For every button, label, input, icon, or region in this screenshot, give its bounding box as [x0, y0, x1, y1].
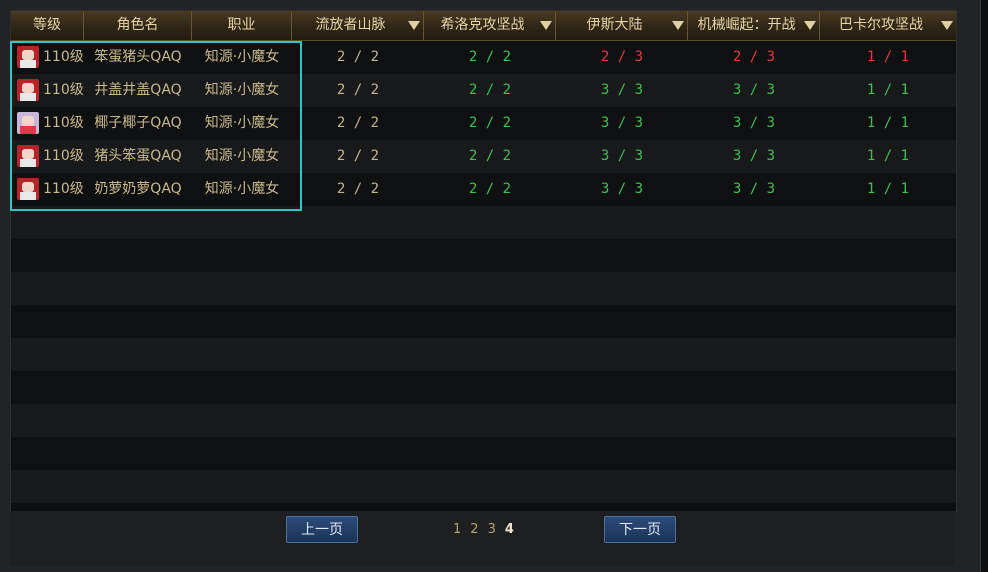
empty-table-row	[11, 305, 956, 338]
page-link[interactable]: 3	[488, 522, 496, 537]
exile-mountains-cell: 2 / 2	[336, 82, 380, 98]
page-link[interactable]: 2	[470, 522, 478, 537]
dropdown-arrow-icon[interactable]	[540, 21, 552, 30]
empty-table-row	[11, 371, 956, 404]
hiroc-raid-cell: 2 / 2	[468, 148, 512, 164]
mechanical-rise-cell: 3 / 3	[732, 82, 776, 98]
table-row: 110级 奶萝奶萝QAQ 知源·小魔女 2 / 2 2 / 2 3 / 3 3 / 3 1 /…	[11, 173, 956, 206]
dungeon-progress-table: 等级 角色名 职业 流放者山脉 希洛克攻坚战 伊斯大陆 机械崛起：开战 巴卡尔攻…	[10, 10, 957, 512]
dropdown-arrow-icon[interactable]	[672, 21, 684, 30]
empty-table-row	[11, 338, 956, 371]
table-row: 110级 笨蛋猪头QAQ 知源·小魔女 2 / 2 2 / 2 2 / 3 2 / 3 1 /…	[11, 41, 956, 74]
class-cell: 知源·小魔女	[204, 82, 280, 98]
header-level: 等级	[11, 11, 84, 40]
bakal-raid-cell: 1 / 1	[866, 181, 910, 197]
class-cell: 知源·小魔女	[204, 148, 280, 164]
class-cell: 知源·小魔女	[204, 181, 280, 197]
prev-page-button[interactable]: 上一页	[286, 516, 358, 543]
hiroc-raid-cell: 2 / 2	[468, 49, 512, 65]
character-name-cell: 奶萝奶萝QAQ	[94, 181, 182, 197]
dropdown-arrow-icon[interactable]	[408, 21, 420, 30]
header-mechanical-rise[interactable]: 机械崛起：开战	[688, 11, 820, 40]
bakal-raid-cell: 1 / 1	[866, 82, 910, 98]
empty-table-row	[11, 239, 956, 272]
character-name-cell: 笨蛋猪头QAQ	[94, 49, 182, 65]
table-row: 110级 井盖井盖QAQ 知源·小魔女 2 / 2 2 / 2 3 / 3 3 / 3 1 /…	[11, 74, 956, 107]
dropdown-arrow-icon[interactable]	[804, 21, 816, 30]
mechanical-rise-cell: 3 / 3	[732, 115, 776, 131]
page-link[interactable]: 1	[453, 522, 461, 537]
dropdown-arrow-icon[interactable]	[941, 21, 953, 30]
isis-continent-cell: 3 / 3	[600, 148, 644, 164]
bakal-raid-cell: 1 / 1	[866, 49, 910, 65]
character-avatar-icon	[17, 112, 39, 134]
isis-continent-cell: 3 / 3	[600, 82, 644, 98]
mechanical-rise-cell: 3 / 3	[732, 148, 776, 164]
exile-mountains-cell: 2 / 2	[336, 181, 380, 197]
character-avatar-icon	[17, 46, 39, 68]
empty-table-row	[11, 206, 956, 239]
hiroc-raid-cell: 2 / 2	[468, 115, 512, 131]
mechanical-rise-cell: 2 / 3	[732, 49, 776, 65]
header-hiroc-raid[interactable]: 希洛克攻坚战	[424, 11, 556, 40]
empty-table-row	[11, 437, 956, 470]
mechanical-rise-cell: 3 / 3	[732, 181, 776, 197]
empty-table-row	[11, 404, 956, 437]
bakal-raid-cell: 1 / 1	[866, 148, 910, 164]
header-name: 角色名	[84, 11, 192, 40]
level-cell: 110级	[43, 181, 84, 197]
page-numbers: 1234	[453, 516, 523, 543]
page-link-current[interactable]: 4	[505, 522, 514, 537]
header-exile-mountains[interactable]: 流放者山脉	[292, 11, 424, 40]
empty-table-row	[11, 272, 956, 305]
exile-mountains-cell: 2 / 2	[336, 49, 380, 65]
hiroc-raid-cell: 2 / 2	[468, 181, 512, 197]
class-cell: 知源·小魔女	[204, 115, 280, 131]
bakal-raid-cell: 1 / 1	[866, 115, 910, 131]
isis-continent-cell: 3 / 3	[600, 115, 644, 131]
table-row: 110级 椰子椰子QAQ 知源·小魔女 2 / 2 2 / 2 3 / 3 3 / 3 1 /…	[11, 107, 956, 140]
scrollbar-edge	[980, 0, 988, 572]
isis-continent-cell: 3 / 3	[600, 181, 644, 197]
header-class: 职业	[192, 11, 292, 40]
level-cell: 110级	[43, 115, 84, 131]
hiroc-raid-cell: 2 / 2	[468, 82, 512, 98]
next-page-button[interactable]: 下一页	[604, 516, 676, 543]
character-avatar-icon	[17, 178, 39, 200]
level-cell: 110级	[43, 49, 84, 65]
table-header: 等级 角色名 职业 流放者山脉 希洛克攻坚战 伊斯大陆 机械崛起：开战 巴卡尔攻…	[11, 11, 956, 41]
empty-table-row	[11, 470, 956, 503]
character-avatar-icon	[17, 145, 39, 167]
header-isis-continent[interactable]: 伊斯大陆	[556, 11, 688, 40]
level-cell: 110级	[43, 82, 84, 98]
exile-mountains-cell: 2 / 2	[336, 115, 380, 131]
character-name-cell: 猪头笨蛋QAQ	[94, 148, 182, 164]
level-cell: 110级	[43, 148, 84, 164]
character-name-cell: 井盖井盖QAQ	[94, 82, 182, 98]
table-row: 110级 猪头笨蛋QAQ 知源·小魔女 2 / 2 2 / 2 3 / 3 3 / 3 1 /…	[11, 140, 956, 173]
isis-continent-cell: 2 / 3	[600, 49, 644, 65]
character-name-cell: 椰子椰子QAQ	[94, 115, 182, 131]
class-cell: 知源·小魔女	[204, 49, 280, 65]
character-avatar-icon	[17, 79, 39, 101]
header-bakal-raid[interactable]: 巴卡尔攻坚战	[820, 11, 956, 40]
exile-mountains-cell: 2 / 2	[336, 148, 380, 164]
